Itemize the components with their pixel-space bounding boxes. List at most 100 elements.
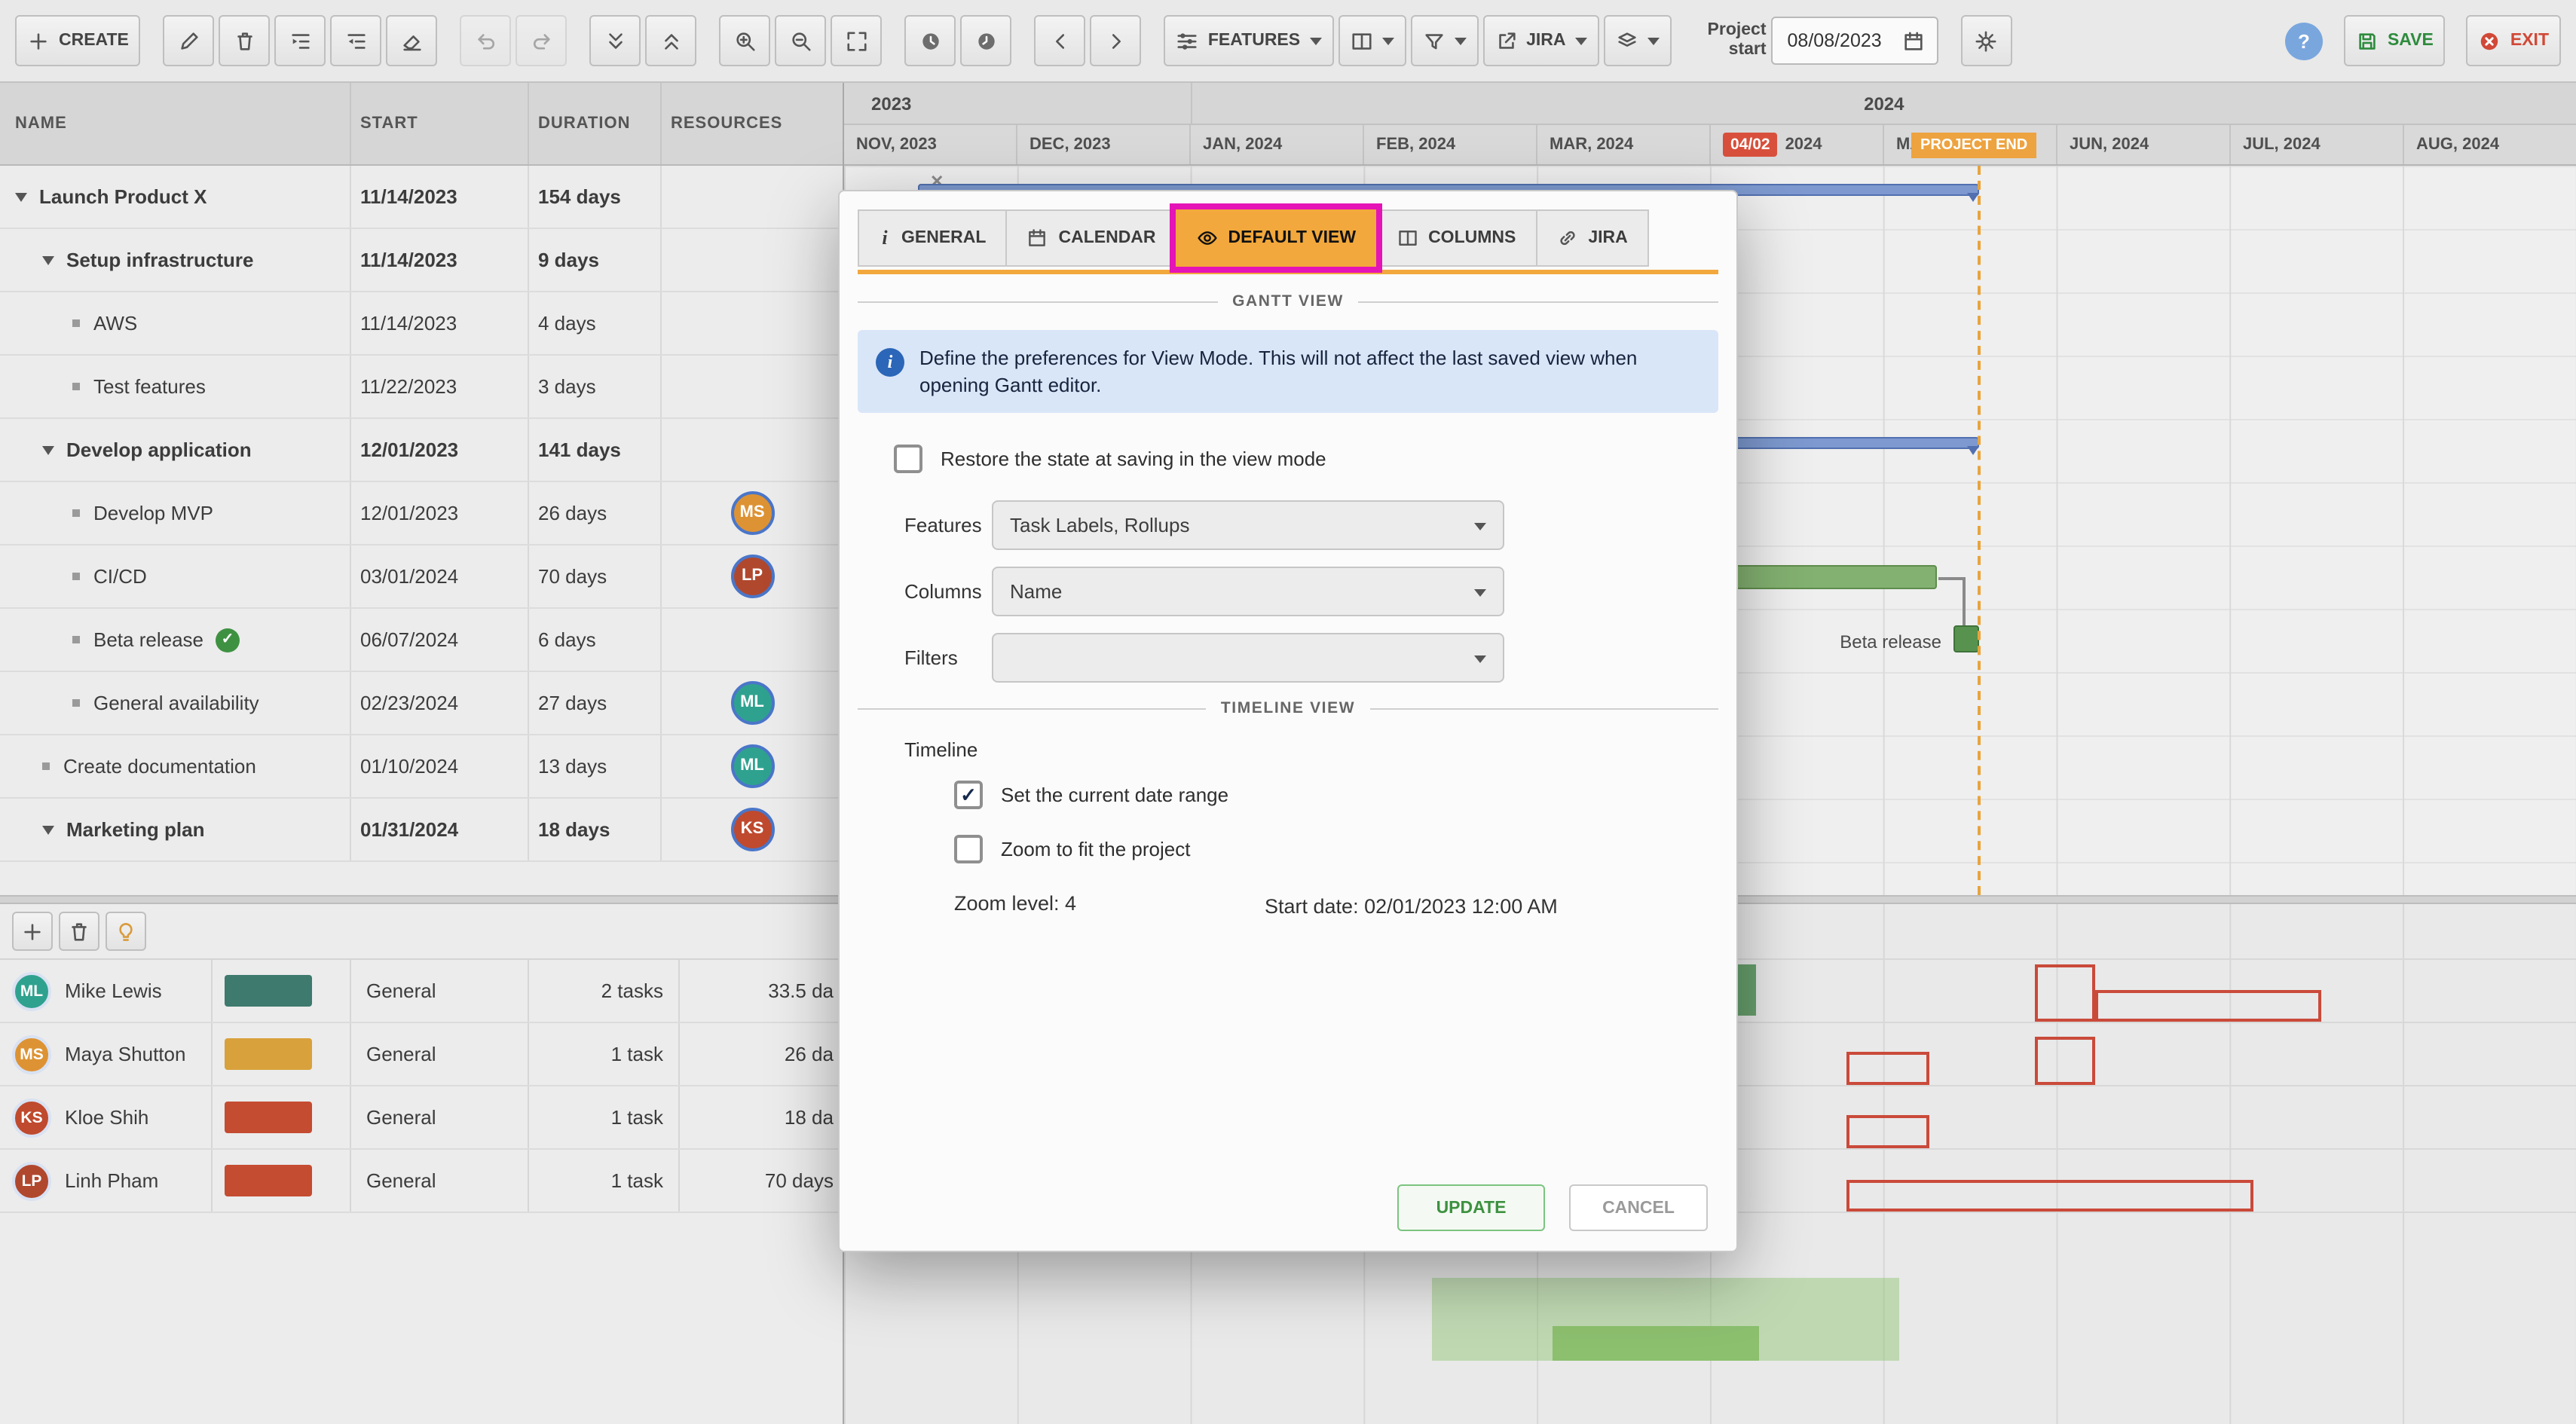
task-row[interactable]: Develop application 12/01/2023 141 days: [0, 419, 843, 482]
jira-label: JIRA: [1526, 32, 1566, 50]
section-gantt-view: GANTT VIEW: [858, 292, 1718, 310]
resource-row[interactable]: LP Linh Pham General 1 task 70 days: [0, 1150, 843, 1213]
chevron-down-icon[interactable]: [42, 826, 54, 841]
add-resource-button[interactable]: [12, 912, 53, 951]
trash-icon: [72, 922, 87, 940]
settings-button[interactable]: [1960, 15, 2012, 66]
suggestions-button[interactable]: [106, 912, 146, 951]
project-start-date-input[interactable]: [1784, 29, 1893, 53]
bullet-icon: [72, 636, 80, 643]
delete-button[interactable]: [219, 15, 271, 66]
filter-dropdown[interactable]: [1410, 15, 1479, 66]
gantt-app-window: CREATE FEATURES JIRA Project start 08/08…: [0, 0, 2576, 1424]
task-row[interactable]: Test features 11/22/2023 3 days: [0, 356, 843, 419]
tab-columns[interactable]: COLUMNS: [1375, 209, 1536, 267]
bullet-icon: [42, 762, 50, 770]
month-cell: DEC, 2023: [1016, 125, 1189, 164]
tab-jira[interactable]: JIRA: [1535, 209, 1649, 267]
project-start-label: Project start: [1707, 20, 1767, 59]
history-back-button[interactable]: [904, 15, 956, 66]
layers-dropdown[interactable]: [1603, 15, 1672, 66]
restore-state-checkbox-row[interactable]: Restore the state at saving in the view …: [894, 445, 1718, 474]
checkbox-unchecked[interactable]: [954, 835, 983, 864]
resource-row[interactable]: MS Maya Shutton General 1 task 26 da: [0, 1023, 843, 1086]
outdent-button[interactable]: [330, 15, 382, 66]
zoom-in-button[interactable]: [719, 15, 771, 66]
current-date-range-checkbox-row[interactable]: ✓ Set the current date range: [954, 781, 1718, 810]
plus-icon: [24, 923, 41, 940]
cancel-button[interactable]: CANCEL: [1569, 1184, 1708, 1231]
task-row[interactable]: Launch Product X 11/14/2023 154 days: [0, 166, 843, 229]
tab-default-view[interactable]: DEFAULT VIEW: [1169, 203, 1382, 273]
resource-tasks-cell: 1 task: [528, 1150, 678, 1212]
delete-resource-button[interactable]: [59, 912, 99, 951]
indent-button[interactable]: [274, 15, 326, 66]
create-button[interactable]: CREATE: [15, 15, 141, 66]
zoom-info-row: Zoom level: 4 Start date: 02/01/2023 12:…: [954, 892, 1718, 921]
chevron-down-icon[interactable]: [42, 446, 54, 461]
month-cell: MAR, 2024: [1536, 125, 1709, 164]
task-row[interactable]: Setup infrastructure 11/14/2023 9 days: [0, 229, 843, 292]
chevron-down-icon[interactable]: [15, 193, 27, 208]
features-dropdown[interactable]: FEATURES: [1164, 15, 1334, 66]
task-start-cell: 12/01/2023: [350, 482, 528, 544]
resource-team-cell: General: [350, 960, 528, 1022]
task-duration-cell: 18 days: [528, 799, 660, 860]
resource-time-cell: 70 days: [678, 1150, 843, 1212]
columns-dropdown[interactable]: [1338, 15, 1406, 66]
task-row[interactable]: General availability 02/23/2024 27 days …: [0, 672, 843, 735]
chevron-down-icon[interactable]: [42, 256, 54, 271]
edit-button[interactable]: [163, 15, 215, 66]
bar-label: Beta release: [1840, 631, 1941, 652]
zoom-fit-checkbox-row[interactable]: Zoom to fit the project: [954, 835, 1718, 864]
exit-button[interactable]: EXIT: [2466, 15, 2561, 66]
info-text: Define the preferences for View Mode. Th…: [919, 347, 1638, 396]
checkbox-checked[interactable]: ✓: [954, 781, 983, 810]
resource-row[interactable]: ML Mike Lewis General 2 tasks 33.5 da: [0, 960, 843, 1023]
tab-calendar[interactable]: CALENDAR: [1005, 209, 1176, 267]
features-field-label: Features: [904, 514, 982, 537]
project-end-line: [1978, 166, 1981, 895]
zoom-out-button[interactable]: [775, 15, 827, 66]
task-row[interactable]: Develop MVP 12/01/2023 26 days MS: [0, 482, 843, 545]
timeline-group-label: Timeline: [904, 738, 978, 762]
task-row[interactable]: Marketing plan 01/31/2024 18 days KS: [0, 799, 843, 862]
tab-general[interactable]: i GENERAL: [858, 209, 1006, 267]
start-date-text: Start date: 02/01/2023 12:00 AM: [1265, 895, 1558, 918]
gantt-bar-beta-release[interactable]: [1953, 625, 1979, 652]
collapse-all-button[interactable]: [589, 15, 641, 66]
task-row[interactable]: AWS 11/14/2023 4 days: [0, 292, 843, 356]
scroll-left-button[interactable]: [1034, 15, 1086, 66]
task-name-cell: AWS: [0, 292, 350, 354]
columns-icon: [1398, 231, 1416, 246]
clear-button[interactable]: [386, 15, 438, 66]
avatar: KS: [730, 808, 774, 851]
filters-select[interactable]: [992, 633, 1504, 683]
jira-dropdown[interactable]: JIRA: [1482, 15, 1599, 66]
columns-select[interactable]: Name: [992, 567, 1504, 617]
task-row[interactable]: Create documentation 01/10/2024 13 days …: [0, 735, 843, 799]
help-button[interactable]: ?: [2284, 22, 2323, 60]
clock-forward-icon: [978, 32, 995, 49]
save-button[interactable]: SAVE: [2343, 15, 2446, 66]
task-resources-cell: MS: [660, 482, 843, 544]
features-select[interactable]: Task Labels, Rollups: [992, 500, 1504, 551]
undo-button[interactable]: [460, 15, 512, 66]
expand-all-button[interactable]: [645, 15, 697, 66]
resource-row[interactable]: KS Kloe Shih General 1 task 18 da: [0, 1086, 843, 1150]
checkbox-unchecked[interactable]: [894, 445, 922, 474]
scroll-right-button[interactable]: [1090, 15, 1142, 66]
task-row[interactable]: CI/CD 03/01/2024 70 days LP: [0, 545, 843, 609]
redo-button[interactable]: [516, 15, 568, 66]
update-button[interactable]: UPDATE: [1397, 1184, 1545, 1231]
project-start-date-field[interactable]: [1770, 17, 1938, 65]
columns-field-row: Columns Name: [904, 567, 1718, 617]
chevron-down-icon: [1574, 38, 1587, 51]
task-row[interactable]: Beta release ✓ 06/07/2024 6 days: [0, 609, 843, 672]
done-check-icon: ✓: [216, 628, 240, 652]
save-label: SAVE: [2387, 32, 2434, 50]
pencil-icon: [181, 32, 198, 49]
avatar: ML: [730, 744, 774, 788]
history-forward-button[interactable]: [960, 15, 1012, 66]
zoom-fit-button[interactable]: [831, 15, 883, 66]
